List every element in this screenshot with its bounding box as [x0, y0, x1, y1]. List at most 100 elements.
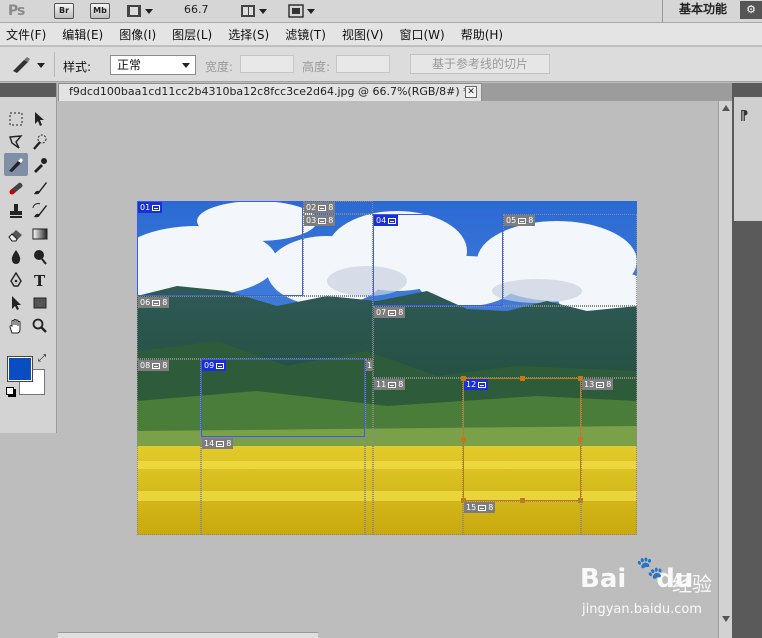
blur-tool[interactable]	[4, 245, 28, 268]
dodge-tool[interactable]	[28, 245, 52, 268]
svg-text:T: T	[34, 272, 46, 289]
hand-icon	[9, 318, 21, 333]
document-image[interactable]: 01 02 8 03 8 04 05 8 06 8 07 8 08 8 09 1 11 8 1…	[137, 201, 637, 535]
stamp-icon	[10, 203, 22, 218]
hand-tool[interactable]	[4, 314, 28, 337]
default-colors-icon[interactable]	[6, 387, 14, 395]
chevron-down-icon	[37, 62, 45, 68]
document-title: f9dcd100baa1cd11cc2b4310ba12c8fcc3ce2d64…	[69, 85, 469, 98]
menu-image[interactable]: 图像(I)	[119, 26, 156, 43]
options-bar: 样式: 正常 宽度: 高度: 基于参考线的切片	[0, 47, 762, 82]
bandage-icon	[9, 182, 23, 194]
tools-panel: T ⤢	[0, 83, 57, 433]
brush-tool[interactable]	[28, 176, 52, 199]
scroll-up-icon[interactable]	[722, 105, 730, 111]
gradient-icon	[32, 228, 48, 239]
scroll-down-icon[interactable]	[722, 616, 730, 622]
eyedropper-tool[interactable]	[28, 153, 52, 176]
type-tool[interactable]: T	[28, 268, 52, 291]
foreground-color-swatch[interactable]	[7, 356, 33, 382]
zoom-tool[interactable]	[28, 314, 52, 337]
menu-help[interactable]: 帮助(H)	[461, 26, 503, 43]
application-bar: Ps Br Mb 66.7 基本功能 ⚙	[0, 0, 762, 23]
watermark-url: jingyan.baidu.com	[582, 602, 702, 617]
quick-selection-icon	[33, 134, 47, 150]
gradient-tool[interactable]	[28, 222, 52, 245]
settings-icon[interactable]: ⚙	[740, 1, 762, 19]
horizontal-scrollbar[interactable]	[58, 632, 318, 638]
menu-select[interactable]: 选择(S)	[228, 26, 269, 43]
eraser-icon	[8, 229, 22, 241]
mini-bridge-button[interactable]: Mb	[90, 3, 110, 19]
width-field[interactable]	[240, 55, 294, 73]
slices-from-guides-button[interactable]: 基于参考线的切片	[410, 54, 550, 74]
screen-mode-dropdown[interactable]	[288, 3, 315, 19]
history-brush-tool[interactable]	[28, 199, 52, 222]
height-field[interactable]	[336, 55, 390, 73]
chevron-down-icon	[182, 63, 190, 68]
magnifier-icon	[32, 318, 47, 333]
landscape-photo	[137, 201, 637, 535]
view-extras-dropdown[interactable]	[126, 3, 153, 19]
film-icon	[127, 5, 141, 17]
healing-brush-tool[interactable]	[4, 176, 28, 199]
clone-stamp-tool[interactable]	[4, 199, 28, 222]
panel-toggle-icon[interactable]: ⁋	[740, 109, 748, 124]
shape-tool[interactable]	[28, 291, 52, 314]
marquee-icon	[9, 112, 23, 125]
right-panel-dock: ⁋	[732, 83, 762, 638]
brush-icon	[34, 181, 47, 194]
menu-window[interactable]: 窗口(W)	[399, 26, 444, 43]
type-icon: T	[34, 272, 46, 289]
rectangle-icon	[33, 297, 47, 308]
menu-filter[interactable]: 滤镜(T)	[285, 26, 326, 43]
slice-knife-icon	[13, 57, 30, 73]
vertical-scrollbar[interactable]	[718, 101, 732, 638]
close-icon[interactable]: ✕	[465, 86, 477, 98]
photoshop-logo: Ps	[8, 3, 25, 19]
style-select[interactable]: 正常	[110, 55, 196, 75]
slice-knife-icon	[9, 157, 23, 172]
baidu-jingyan-watermark: Bai du 🐾 经验 jingyan.baidu.com	[580, 556, 720, 626]
eyedropper-icon	[34, 157, 47, 173]
dodge-icon	[34, 249, 47, 265]
move-icon	[35, 111, 44, 126]
swap-colors-icon[interactable]: ⤢	[38, 353, 46, 364]
collapsed-panel[interactable]: ⁋	[734, 97, 762, 221]
tool-preset-picker[interactable]	[10, 56, 45, 74]
menu-view[interactable]: 视图(V)	[342, 26, 384, 43]
menu-edit[interactable]: 编辑(E)	[62, 26, 103, 43]
style-value: 正常	[117, 58, 142, 72]
document-tab[interactable]: f9dcd100baa1cd11cc2b4310ba12c8fcc3ce2d64…	[58, 83, 482, 101]
menu-layer[interactable]: 图层(L)	[172, 26, 212, 43]
chevron-down-icon	[145, 8, 153, 14]
pen-tool[interactable]	[4, 268, 28, 291]
marquee-tool[interactable]	[4, 107, 28, 130]
eraser-tool[interactable]	[4, 222, 28, 245]
zoom-level[interactable]: 66.7	[184, 3, 209, 16]
arrange-documents-dropdown[interactable]	[240, 3, 267, 19]
paw-logo-icon: 🐾	[636, 556, 664, 581]
width-label: 宽度:	[205, 60, 234, 74]
chevron-down-icon	[259, 8, 267, 14]
path-selection-icon	[12, 295, 21, 310]
height-label: 高度:	[302, 60, 331, 74]
chevron-down-icon	[307, 8, 315, 14]
screen-mode-icon	[288, 4, 304, 18]
panel-header[interactable]	[0, 83, 56, 97]
menu-file[interactable]: 文件(F)	[6, 26, 46, 43]
style-label: 样式:	[63, 60, 92, 74]
bridge-button[interactable]: Br	[54, 3, 74, 19]
move-tool[interactable]	[28, 107, 52, 130]
history-brush-icon	[32, 202, 47, 217]
menu-bar: 文件(F) 编辑(E) 图像(I) 图层(L) 选择(S) 滤镜(T) 视图(V…	[0, 23, 762, 46]
document-tab-strip: f9dcd100baa1cd11cc2b4310ba12c8fcc3ce2d64…	[58, 83, 732, 101]
quick-selection-tool[interactable]	[28, 130, 52, 153]
pen-icon	[10, 271, 22, 287]
crop-slice-tool[interactable]	[4, 153, 28, 176]
lasso-icon	[9, 134, 23, 149]
lasso-tool[interactable]	[4, 130, 28, 153]
path-selection-tool[interactable]	[4, 291, 28, 314]
divider	[54, 52, 55, 77]
workspace-switcher[interactable]: 基本功能	[662, 0, 736, 23]
